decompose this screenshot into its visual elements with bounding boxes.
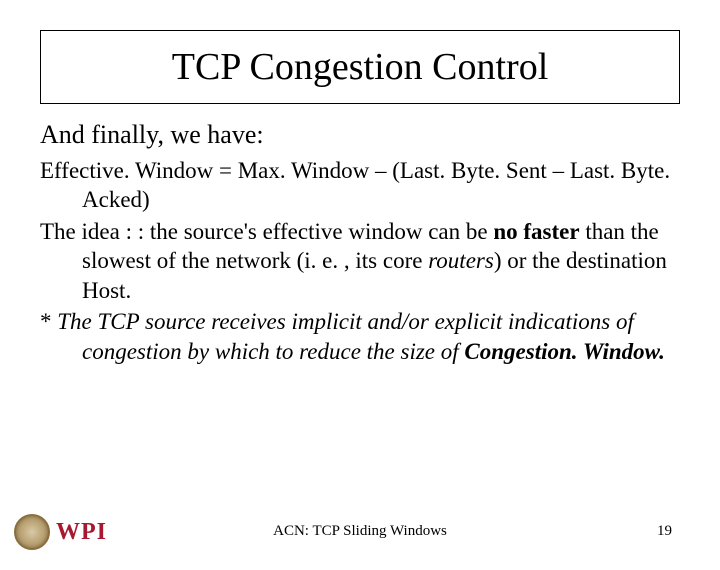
idea-line: The idea : : the source's effective wind… <box>40 217 680 305</box>
idea-a: The idea : : the source's effective wind… <box>40 219 493 244</box>
intro-line: And finally, we have: <box>40 120 680 150</box>
footer: WPI ACN: TCP Sliding Windows 19 <box>0 510 720 556</box>
note-star: * <box>40 309 57 334</box>
note-c: Congestion. Window. <box>464 339 664 364</box>
formula-line: Effective. Window = Max. Window – (Last.… <box>40 156 680 215</box>
slide-title: TCP Congestion Control <box>172 46 549 88</box>
page-number: 19 <box>657 523 672 540</box>
slide-title-box: TCP Congestion Control <box>40 30 680 104</box>
formula-text: Effective. Window = Max. Window – (Last.… <box>40 158 670 212</box>
slide-body: Effective. Window = Max. Window – (Last.… <box>40 156 680 366</box>
note-line: * The TCP source receives implicit and/o… <box>40 307 680 366</box>
idea-b: no faster <box>493 219 579 244</box>
idea-d: routers <box>428 248 494 273</box>
footer-center: ACN: TCP Sliding Windows <box>0 523 720 540</box>
